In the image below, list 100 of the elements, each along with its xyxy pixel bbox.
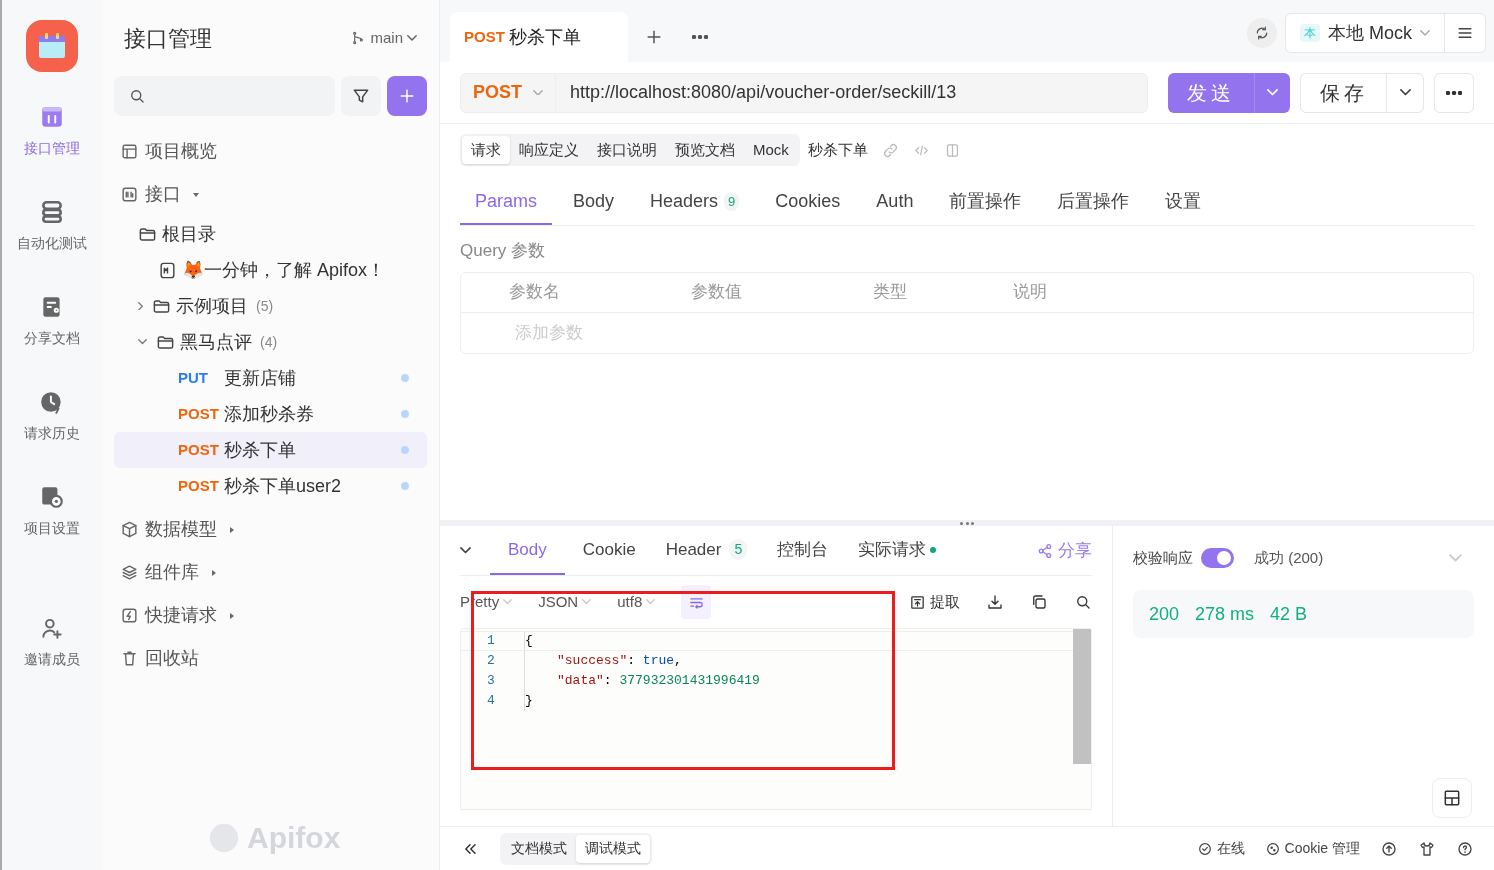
sidebar-title: 接口管理 <box>124 24 212 53</box>
doc-tab[interactable]: 响应定义 <box>510 136 588 164</box>
param-tab[interactable]: Auth <box>861 180 929 225</box>
request-tab[interactable]: POST 秒杀下单 <box>450 12 628 62</box>
endpoint-item[interactable]: POST 添加秒杀券 <box>114 396 427 432</box>
line-number: 3 <box>486 672 496 691</box>
download-button[interactable] <box>986 593 1004 611</box>
chevron-down-icon <box>646 599 656 605</box>
search-button[interactable] <box>1074 593 1092 611</box>
app-logo[interactable] <box>26 20 78 72</box>
copy-button[interactable] <box>1030 593 1048 611</box>
mode-tab[interactable]: 调试模式 <box>576 834 650 863</box>
doc-item[interactable]: 🦊一分钟，了解 Apifox！ <box>114 252 427 288</box>
rail-item[interactable]: 邀请成员 <box>24 613 80 708</box>
chevron-down-icon <box>460 547 471 554</box>
send-button[interactable]: 发送 <box>1168 72 1254 113</box>
chevron-down-icon <box>1420 30 1430 36</box>
nav-item[interactable]: 项目概览 <box>114 130 427 173</box>
response-tab[interactable]: Header 5 <box>653 526 760 575</box>
upload-icon <box>1380 839 1398 858</box>
check-circle-icon <box>1196 840 1213 857</box>
chevron-down-icon <box>1399 89 1411 96</box>
doc-tab[interactable]: Mock <box>744 136 798 164</box>
format-dropdown[interactable]: utf8 <box>617 590 656 614</box>
layout-button[interactable] <box>1432 778 1472 818</box>
code-line: } <box>524 691 533 711</box>
param-tab[interactable]: 后置操作 <box>1042 180 1145 225</box>
param-tab[interactable]: 设置 <box>1150 180 1217 225</box>
doc-tab[interactable]: 接口说明 <box>588 136 666 164</box>
endpoint-item[interactable]: PUT 更新店铺 <box>114 360 427 396</box>
response-size: 42 B <box>1270 602 1308 626</box>
folder-item[interactable]: 黑马点评 (4) <box>114 324 427 360</box>
nav-item[interactable]: 快捷请求 <box>114 594 427 637</box>
nav-item[interactable]: 数据模型 <box>114 508 427 551</box>
endpoint-name: 秒杀下单 <box>224 438 297 462</box>
param-tab[interactable]: Body <box>558 180 630 225</box>
extract-button[interactable]: 提取 <box>909 590 960 614</box>
folder-item[interactable]: 根目录 <box>114 216 427 252</box>
status-item[interactable]: Cookie 管理 <box>1264 838 1360 859</box>
copy-icon <box>1030 593 1048 611</box>
search-field[interactable] <box>114 76 335 116</box>
line-number: 4 <box>486 692 496 711</box>
rail-item[interactable]: 自动化测试 <box>17 197 87 292</box>
link-icon <box>881 141 899 159</box>
column-header: 参数值 <box>691 281 743 304</box>
validate-toggle[interactable] <box>1201 548 1234 568</box>
endpoint-name: 秒杀下单user2 <box>224 474 343 498</box>
endpoint-item[interactable]: POST 秒杀下单 <box>114 432 427 468</box>
filter-button[interactable] <box>341 76 381 116</box>
rail-item[interactable]: 项目设置 <box>24 482 80 577</box>
nav-item[interactable]: 接口 <box>114 173 427 216</box>
response-tab[interactable]: Body <box>490 526 565 575</box>
response-tab[interactable]: Cookie <box>570 526 648 575</box>
search-icon <box>1074 593 1092 611</box>
folder-item[interactable]: 示例项目 (5) <box>114 288 427 324</box>
param-tab[interactable]: Cookies <box>760 180 856 225</box>
lightning-icon <box>120 606 139 625</box>
response-tab[interactable]: 实际请求 <box>846 526 949 575</box>
add-button[interactable] <box>387 76 427 116</box>
doc-tab[interactable]: 请求 <box>462 136 510 164</box>
rail-item[interactable]: 请求历史 <box>24 387 80 482</box>
url-field[interactable]: http://localhost:8080/api/voucher-order/seckill/13 <box>556 72 1148 113</box>
rail-item[interactable]: 接口管理 <box>24 102 80 197</box>
upload-button[interactable] <box>1380 839 1398 858</box>
column-header: 类型 <box>873 281 908 304</box>
method-label: POST <box>178 475 220 496</box>
send-options-button[interactable] <box>1254 72 1290 113</box>
extract-icon <box>909 593 926 611</box>
branch-selector[interactable]: main <box>350 26 417 50</box>
layers-icon <box>120 563 139 582</box>
param-tab[interactable]: Params <box>460 180 552 225</box>
layout-icon <box>1442 788 1462 808</box>
help-button[interactable] <box>1456 839 1474 858</box>
doc-tab[interactable]: 预览文档 <box>666 136 744 164</box>
response-selector[interactable]: 成功 (200) <box>1254 546 1474 570</box>
toggle-label: 校验响应 <box>1133 547 1193 568</box>
param-tab[interactable]: 前置操作 <box>934 180 1037 225</box>
refresh-button[interactable] <box>1247 18 1277 48</box>
format-dropdown[interactable]: JSON <box>538 590 592 614</box>
param-tab[interactable]: Headers 9 <box>635 180 755 225</box>
code-line: "success": true, <box>524 651 682 671</box>
status-item[interactable]: 在线 <box>1196 838 1245 859</box>
nav-item[interactable]: 回收站 <box>114 637 427 680</box>
more-button[interactable] <box>1434 72 1474 113</box>
method-label: PUT <box>178 367 209 388</box>
mode-tab[interactable]: 文档模式 <box>502 834 576 863</box>
share-icon <box>1036 541 1054 560</box>
settings-icon <box>39 484 65 510</box>
scrollbar[interactable] <box>1073 629 1091 764</box>
rail-item[interactable]: 分享文档 <box>24 292 80 387</box>
response-tab[interactable]: 控制台 <box>765 526 841 575</box>
resize-handle[interactable] <box>960 521 974 525</box>
count-label: (5) <box>256 296 274 316</box>
endpoint-item[interactable]: POST 秒杀下单user2 <box>114 468 427 504</box>
shirt-button[interactable] <box>1418 839 1436 858</box>
more-icon <box>1446 90 1462 95</box>
endpoint-name: 添加秒杀券 <box>224 402 315 426</box>
nav-item[interactable]: 组件库 <box>114 551 427 594</box>
count-badge: 5 <box>729 539 748 560</box>
line-number: 1 <box>486 632 496 651</box>
